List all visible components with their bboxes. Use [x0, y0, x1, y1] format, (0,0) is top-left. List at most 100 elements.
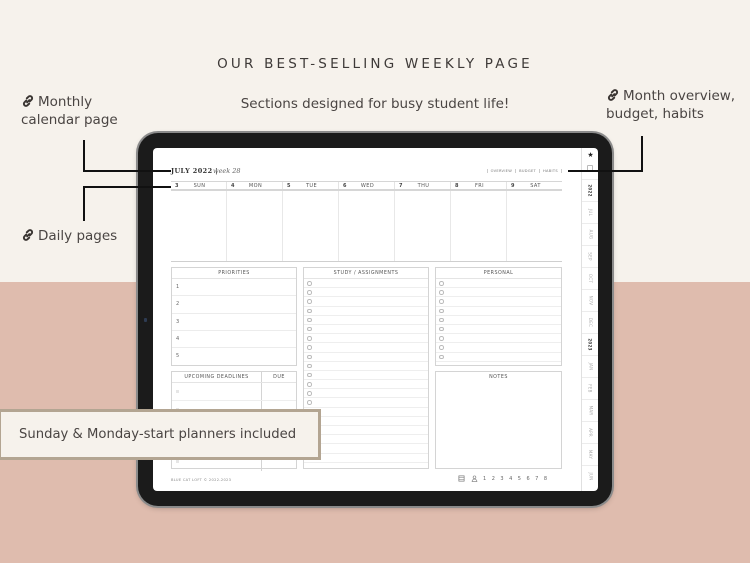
checklist-row[interactable] [304, 398, 428, 408]
checklist-row[interactable] [304, 307, 428, 316]
day-column[interactable] [394, 191, 450, 261]
circle-checkbox-icon[interactable] [307, 363, 312, 369]
circle-checkbox-icon[interactable] [307, 354, 312, 359]
day-header-fri[interactable]: 8 FRI [450, 182, 506, 189]
priority-row[interactable]: 2 [172, 296, 296, 314]
checklist-row[interactable] [304, 389, 428, 399]
checklist-row[interactable] [304, 417, 428, 426]
circle-checkbox-icon[interactable] [307, 400, 312, 405]
sidebar-tab-jan[interactable]: JAN [582, 355, 598, 377]
day-header-sat[interactable]: 9 SAT [506, 182, 562, 189]
sidebar-tab-jun[interactable]: JUN [582, 465, 598, 487]
link-budget[interactable]: BUDGET [515, 169, 539, 173]
sidebar-tab-jul[interactable]: JUL [582, 201, 598, 223]
checklist-row[interactable] [304, 380, 428, 390]
checklist-row[interactable] [304, 444, 428, 454]
sidebar-tab-feb[interactable]: FEB [582, 377, 598, 399]
sidebar-tab-may[interactable]: MAY [582, 443, 598, 465]
sidebar-tab-2022[interactable]: 2022 [582, 179, 598, 201]
day-header-wed[interactable]: 6 WED [338, 182, 394, 189]
circle-checkbox-icon[interactable] [439, 299, 444, 304]
checklist-row[interactable] [304, 454, 428, 463]
day-header-thu[interactable]: 7 THU [394, 182, 450, 189]
checklist-row[interactable] [304, 408, 428, 417]
checklist-row[interactable] [436, 353, 561, 362]
circle-checkbox-icon[interactable] [439, 290, 444, 295]
sidebar-tab-oct[interactable]: OCT [582, 267, 598, 289]
sidebar-tab-aug[interactable]: AUG [582, 223, 598, 245]
checklist-row[interactable] [304, 325, 428, 335]
notebook-icon[interactable] [458, 475, 465, 482]
day-header-sun[interactable]: 3 SUN [171, 182, 226, 189]
circle-checkbox-icon[interactable] [439, 326, 444, 332]
day-header-tue[interactable]: 5 TUE [282, 182, 338, 189]
day-header-mon[interactable]: 4 MON [226, 182, 282, 189]
checkbox[interactable] [176, 460, 179, 464]
circle-checkbox-icon[interactable] [439, 336, 444, 341]
deadline-row[interactable] [172, 383, 296, 401]
circle-checkbox-icon[interactable] [307, 299, 312, 304]
sidebar-tab-nov[interactable]: NOV [582, 289, 598, 311]
checklist-row[interactable] [436, 297, 561, 307]
sidebar-tab-sep[interactable]: SEP [582, 245, 598, 267]
sidebar-tab-mar[interactable]: MAR [582, 399, 598, 421]
page-link[interactable]: 6 [526, 476, 529, 482]
checklist-row[interactable] [304, 279, 428, 289]
circle-checkbox-icon[interactable] [439, 354, 444, 359]
circle-checkbox-icon[interactable] [307, 391, 312, 396]
page-link[interactable]: 8 [544, 476, 547, 482]
priority-row[interactable]: 3 [172, 314, 296, 331]
checklist-row[interactable] [304, 435, 428, 445]
sidebar-tab-dec[interactable]: DEC [582, 311, 598, 333]
notes-box[interactable]: NOTES [435, 371, 562, 469]
checklist-row[interactable] [304, 334, 428, 344]
star-icon[interactable]: ★ [582, 151, 598, 159]
page-link[interactable]: 4 [509, 476, 512, 482]
circle-checkbox-icon[interactable] [307, 336, 312, 341]
circle-checkbox-icon[interactable] [439, 308, 444, 314]
checklist-row[interactable] [436, 288, 561, 298]
checklist-row[interactable] [436, 307, 561, 316]
checklist-row[interactable] [436, 279, 561, 289]
day-column[interactable] [450, 191, 506, 261]
page-link[interactable]: 7 [535, 476, 538, 482]
day-column[interactable] [282, 191, 338, 261]
user-icon[interactable] [471, 475, 478, 482]
day-column[interactable] [171, 191, 226, 261]
checklist-row[interactable] [436, 334, 561, 344]
circle-checkbox-icon[interactable] [439, 281, 444, 286]
priority-row[interactable]: 1 [172, 279, 296, 297]
checklist-row[interactable] [304, 371, 428, 381]
circle-checkbox-icon[interactable] [439, 345, 444, 350]
checkbox[interactable] [176, 390, 179, 393]
checklist-row[interactable] [304, 362, 428, 371]
circle-checkbox-icon[interactable] [307, 345, 312, 350]
circle-checkbox-icon[interactable] [307, 281, 312, 286]
circle-checkbox-icon[interactable] [307, 308, 312, 314]
checklist-row[interactable] [304, 353, 428, 362]
month-title[interactable]: JULY 2022 | [171, 167, 218, 175]
checklist-row[interactable] [304, 297, 428, 307]
priority-row[interactable]: 5 [172, 348, 296, 365]
circle-checkbox-icon[interactable] [439, 317, 444, 323]
day-column[interactable] [226, 191, 282, 261]
checklist-row[interactable] [436, 325, 561, 335]
page-link[interactable]: 3 [500, 476, 503, 482]
checklist-row[interactable] [304, 426, 428, 436]
day-column[interactable] [338, 191, 394, 261]
page-link[interactable]: 1 [483, 476, 486, 482]
circle-checkbox-icon[interactable] [307, 382, 312, 387]
checklist-row[interactable] [436, 316, 561, 325]
checklist-row[interactable] [304, 316, 428, 325]
sidebar-tab-2023[interactable]: 2023 [582, 333, 598, 355]
page-link[interactable]: 5 [518, 476, 521, 482]
checklist-row[interactable] [304, 288, 428, 298]
circle-checkbox-icon[interactable] [307, 326, 312, 332]
day-column[interactable] [506, 191, 562, 261]
circle-checkbox-icon[interactable] [307, 290, 312, 295]
link-habits[interactable]: HABITS [539, 169, 562, 173]
circle-checkbox-icon[interactable] [307, 317, 312, 323]
link-overview[interactable]: OVERVIEW [486, 169, 516, 173]
checklist-row[interactable] [436, 343, 561, 353]
circle-checkbox-icon[interactable] [307, 372, 312, 378]
